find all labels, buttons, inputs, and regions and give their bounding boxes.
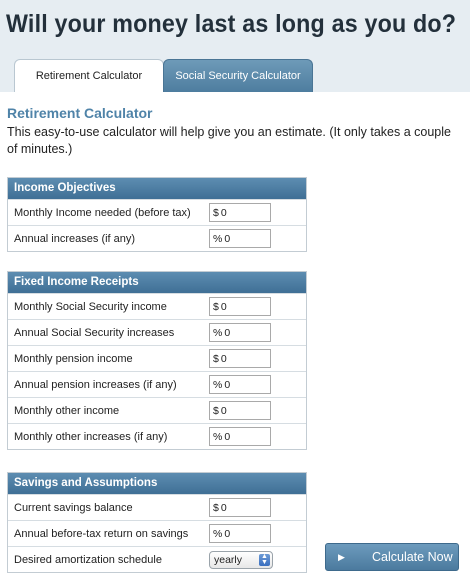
field-label: Monthly Social Security income	[14, 301, 167, 313]
savings-balance-input[interactable]: $0	[209, 498, 271, 517]
select-value: yearly	[214, 554, 243, 566]
field-value: 0	[224, 326, 231, 339]
tab-retirement-calculator[interactable]: Retirement Calculator	[14, 59, 164, 92]
form-row: Monthly Social Security income $0	[8, 293, 306, 319]
form-row: Annual increases (if any) % 0	[8, 225, 306, 251]
percent-prefix: %	[213, 430, 223, 443]
field-label: Monthly other income	[14, 405, 120, 417]
field-value: 0	[224, 527, 231, 540]
percent-prefix: %	[213, 527, 223, 540]
panel-title: Savings and Assumptions	[8, 473, 306, 494]
return-on-savings-input[interactable]: % 0	[209, 524, 271, 543]
field-label: Desired amortization schedule	[14, 554, 162, 566]
field-value: 0	[220, 501, 227, 514]
monthly-income-input[interactable]: $0	[209, 203, 271, 222]
form-row: Monthly other income $0	[8, 397, 306, 423]
field-value: 0	[224, 430, 231, 443]
form-row: Monthly other increases (if any) % 0	[8, 423, 306, 449]
field-label: Current savings balance	[14, 502, 133, 514]
form-row: Monthly Income needed (before tax) $0	[8, 199, 306, 225]
field-value: 0	[224, 378, 231, 391]
percent-prefix: %	[213, 232, 223, 245]
panel-savings-assumptions: Savings and Assumptions Current savings …	[7, 472, 307, 573]
field-value: 0	[220, 206, 227, 219]
panel-title: Income Objectives	[8, 178, 306, 199]
annual-increase-input[interactable]: % 0	[209, 229, 271, 248]
form-row: Current savings balance $0	[8, 494, 306, 520]
field-label: Monthly Income needed (before tax)	[14, 207, 191, 219]
tab-social-security-calculator[interactable]: Social Security Calculator	[163, 59, 313, 92]
amortization-schedule-select[interactable]: yearly ▲ ▼	[209, 551, 273, 569]
section-title: Retirement Calculator	[7, 105, 153, 121]
field-value: 0	[220, 352, 227, 365]
currency-prefix: $	[213, 501, 219, 514]
calculate-now-button[interactable]: ▶ Calculate Now	[325, 543, 459, 571]
currency-prefix: $	[213, 404, 219, 417]
field-label: Monthly other increases (if any)	[14, 431, 168, 443]
panel-title: Fixed Income Receipts	[8, 272, 306, 293]
form-row: Annual before-tax return on savings % 0	[8, 520, 306, 546]
calculate-button-label: Calculate Now	[372, 550, 453, 564]
headline: Will your money last as long as you do?	[6, 10, 457, 38]
field-value: 0	[220, 404, 227, 417]
currency-prefix: $	[213, 300, 219, 313]
form-row: Desired amortization schedule yearly ▲ ▼	[8, 546, 306, 572]
pension-increase-input[interactable]: % 0	[209, 375, 271, 394]
social-security-increase-input[interactable]: % 0	[209, 323, 271, 342]
currency-prefix: $	[213, 352, 219, 365]
select-arrows-icon: ▲ ▼	[259, 553, 270, 566]
field-label: Annual Social Security increases	[14, 327, 175, 339]
field-value: 0	[220, 300, 227, 313]
currency-prefix: $	[213, 206, 219, 219]
play-icon: ▶	[338, 551, 345, 562]
percent-prefix: %	[213, 378, 223, 391]
other-income-input[interactable]: $0	[209, 401, 271, 420]
social-security-income-input[interactable]: $0	[209, 297, 271, 316]
field-label: Annual increases (if any)	[14, 233, 136, 245]
form-row: Annual pension increases (if any) % 0	[8, 371, 306, 397]
field-value: 0	[224, 232, 231, 245]
field-label: Annual before-tax return on savings	[14, 528, 189, 540]
panel-income-objectives: Income Objectives Monthly Income needed …	[7, 177, 307, 252]
panel-fixed-income-receipts: Fixed Income Receipts Monthly Social Sec…	[7, 271, 307, 450]
field-label: Annual pension increases (if any)	[14, 379, 177, 391]
form-row: Annual Social Security increases % 0	[8, 319, 306, 345]
field-label: Monthly pension income	[14, 353, 133, 365]
intro-text: This easy-to-use calculator will help gi…	[7, 125, 451, 156]
other-increase-input[interactable]: % 0	[209, 427, 271, 446]
form-row: Monthly pension income $0	[8, 345, 306, 371]
page-header: Will your money last as long as you do? …	[0, 0, 470, 92]
percent-prefix: %	[213, 326, 223, 339]
pension-income-input[interactable]: $0	[209, 349, 271, 368]
